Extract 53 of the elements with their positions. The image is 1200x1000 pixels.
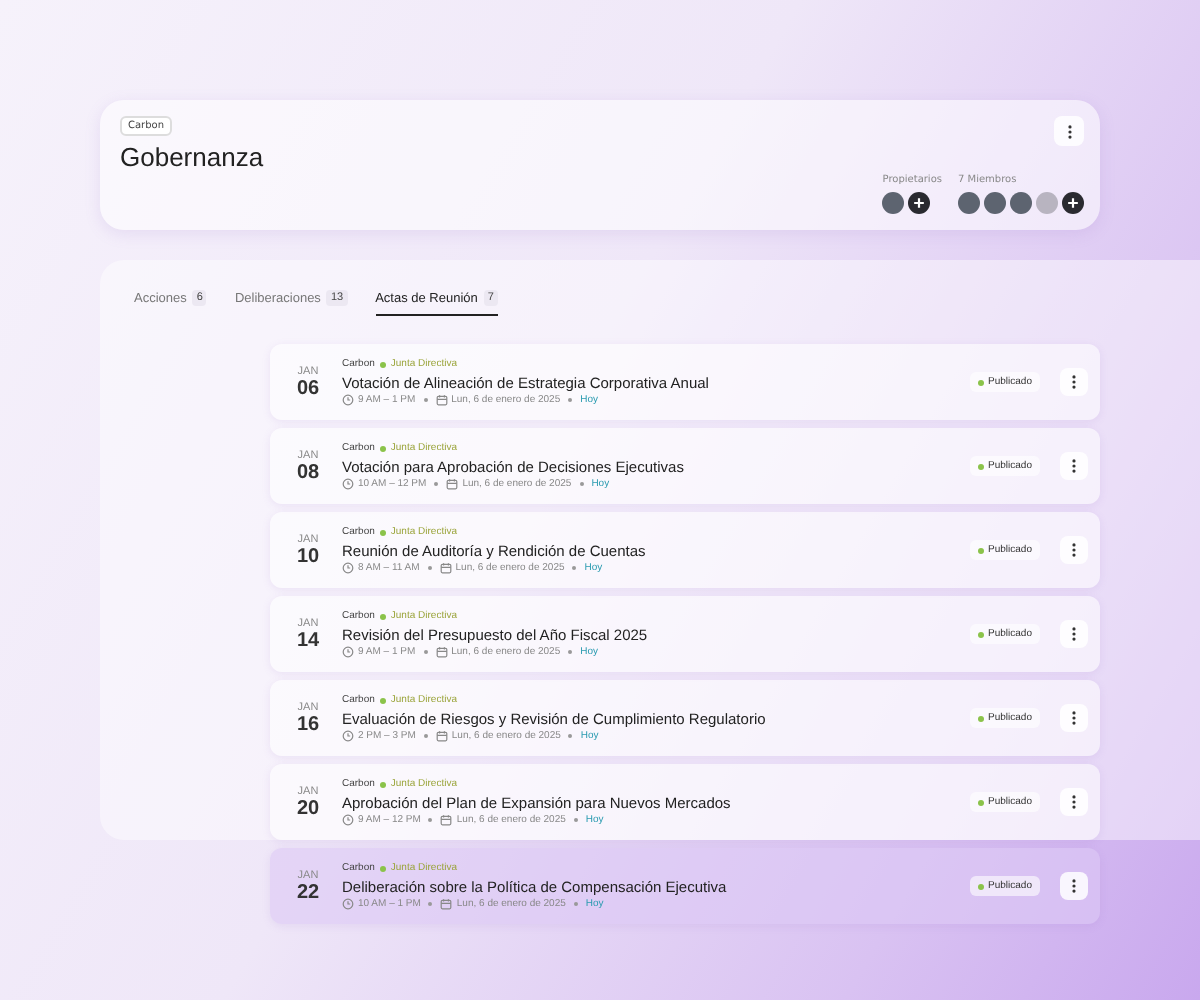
day-number: 06 — [296, 377, 320, 399]
plus-icon — [1062, 192, 1084, 214]
separator-dot — [428, 818, 433, 822]
clock-icon — [342, 814, 354, 826]
separator-dot — [423, 650, 428, 654]
clock-icon — [342, 562, 354, 574]
more-button[interactable] — [1060, 872, 1088, 900]
separator-dot — [573, 818, 578, 822]
separator-dot — [572, 566, 577, 570]
clock-icon — [342, 730, 354, 742]
separator-dot — [568, 398, 573, 402]
clock-icon — [342, 394, 354, 406]
avatar-photo-placeholder — [1010, 192, 1032, 214]
add-button[interactable] — [908, 192, 931, 214]
clock-icon — [342, 478, 354, 490]
separator-dot — [579, 482, 584, 486]
separator-dot — [434, 482, 439, 486]
add-button[interactable] — [1062, 192, 1084, 214]
separator-dot — [428, 902, 433, 906]
avatar-photo-placeholder — [984, 192, 1006, 214]
calendar-icon — [435, 730, 448, 742]
avatar — [1036, 192, 1058, 214]
avatar-photo-placeholder — [958, 192, 980, 214]
avatar-photo-placeholder — [882, 192, 905, 214]
day-number: 08 — [296, 461, 320, 483]
separator-dot — [573, 902, 578, 906]
calendar-icon — [439, 562, 452, 574]
calendar-icon — [440, 898, 453, 910]
more-button[interactable] — [1060, 536, 1088, 564]
day-number: 16 — [296, 713, 320, 735]
separator-dot — [568, 650, 573, 654]
day-number: 14 — [296, 629, 320, 651]
plus-icon — [908, 192, 931, 214]
more-button[interactable] — [1060, 452, 1088, 480]
clock-icon — [342, 898, 354, 910]
more-button[interactable] — [1060, 788, 1088, 816]
separator-dot — [427, 566, 432, 570]
day-number: 10 — [296, 545, 320, 567]
calendar-icon — [446, 478, 459, 490]
day-number: 22 — [296, 881, 320, 903]
day-number: 20 — [296, 797, 320, 819]
more-button[interactable] — [1054, 116, 1084, 146]
more-button[interactable] — [1060, 368, 1088, 396]
clock-icon — [342, 646, 354, 658]
more-button[interactable] — [1060, 620, 1088, 648]
calendar-icon — [435, 646, 448, 658]
separator-dot — [568, 734, 573, 738]
separator-dot — [423, 398, 428, 402]
calendar-icon — [435, 394, 448, 406]
more-button[interactable] — [1060, 704, 1088, 732]
page-title: Gobernanza — [120, 142, 264, 172]
separator-dot — [423, 734, 428, 738]
calendar-icon — [440, 814, 453, 826]
